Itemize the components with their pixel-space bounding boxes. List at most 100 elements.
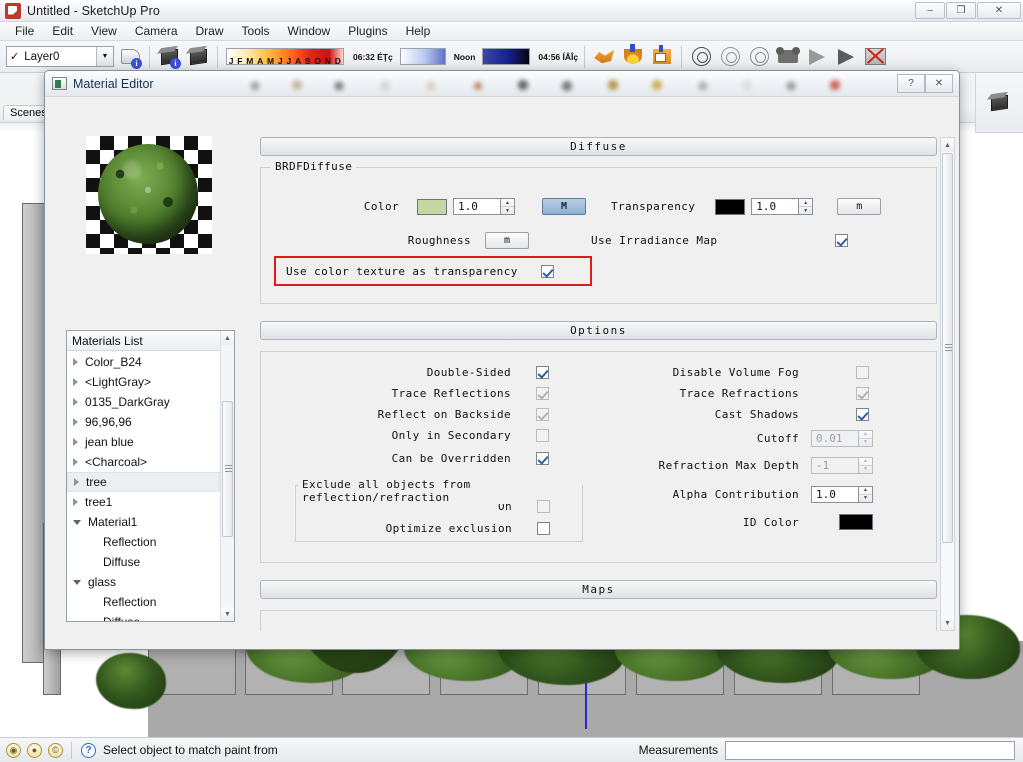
properties-scrollbar[interactable]: ▲ ▼ <box>940 137 955 631</box>
irradiance-map-label: Use Irradiance Map <box>591 234 718 247</box>
transparency-map-button[interactable]: m <box>837 198 882 215</box>
chevron-right-icon[interactable] <box>73 498 78 506</box>
diffuse-color-value[interactable]: 1.0 <box>453 198 501 215</box>
menu-help[interactable]: Help <box>397 23 440 39</box>
list-item[interactable]: 0135_DarkGray <box>67 392 220 412</box>
component-icon[interactable] <box>185 44 211 70</box>
list-item[interactable]: Material1 <box>67 512 220 532</box>
materials-list-scrollbar[interactable]: ▲ ▼ <box>220 331 234 621</box>
section-header-maps[interactable]: Maps <box>260 580 937 599</box>
chevron-down-icon[interactable]: ▼ <box>96 47 113 66</box>
scrollbar-thumb[interactable] <box>942 153 953 543</box>
double-sided-checkbox[interactable] <box>536 366 549 379</box>
menu-window[interactable]: Window <box>279 23 340 39</box>
menu-tools[interactable]: Tools <box>233 23 279 39</box>
geo-location-icon[interactable]: ◉ <box>6 742 21 758</box>
dialog-close-button[interactable]: ✕ <box>925 74 953 93</box>
list-item[interactable]: Diffuse <box>67 552 220 572</box>
options-group: Double-Sided Trace Reflections Reflect o… <box>260 351 937 563</box>
menu-view[interactable]: View <box>82 23 126 39</box>
menu-edit[interactable]: Edit <box>43 23 82 39</box>
diffuse-color-spinner[interactable]: ▲ ▼ <box>501 198 515 215</box>
shadow-date-slider[interactable]: JF MA MJ JA SO ND <box>226 48 344 66</box>
chevron-right-icon[interactable] <box>73 378 78 386</box>
list-item[interactable]: tree1 <box>67 492 220 512</box>
material-editor-title-bar[interactable]: Material Editor ? ✕ <box>45 71 959 97</box>
measurements-input[interactable] <box>725 740 1015 760</box>
transparency-spinner[interactable]: ▲ ▼ <box>799 198 814 215</box>
list-item[interactable]: Reflection <box>67 532 220 552</box>
lock-icon[interactable] <box>746 44 772 70</box>
diffuse-color-map-button[interactable]: M <box>542 198 586 215</box>
menu-file[interactable]: File <box>6 23 43 39</box>
component-info-icon[interactable]: i <box>156 44 182 70</box>
id-color-swatch[interactable] <box>839 514 873 530</box>
materials-list[interactable]: Color_B24 <LightGray> 0135_DarkGray 96,9… <box>67 352 220 621</box>
chevron-down-icon[interactable] <box>73 519 81 525</box>
chevron-right-icon[interactable] <box>73 418 78 426</box>
chevron-right-icon[interactable] <box>73 438 78 446</box>
menu-draw[interactable]: Draw <box>187 23 233 39</box>
credits-icon[interactable]: ● <box>27 742 42 758</box>
minimize-button[interactable]: – <box>915 2 945 19</box>
irradiance-map-checkbox[interactable] <box>835 234 849 247</box>
section-header-diffuse[interactable]: Diffuse <box>260 137 937 156</box>
vray-render-icon[interactable] <box>591 44 617 70</box>
shadow-time-slider-1[interactable] <box>399 48 446 65</box>
chevron-right-icon[interactable] <box>73 358 78 366</box>
material-editor-icon <box>52 77 67 90</box>
scrollbar-thumb[interactable] <box>222 401 233 537</box>
scroll-up-icon[interactable]: ▲ <box>221 331 234 345</box>
diffuse-color-swatch[interactable] <box>417 198 447 215</box>
alpha-contribution-spinner[interactable]: ▲ ▼ <box>859 485 873 503</box>
chevron-right-icon[interactable] <box>73 458 78 466</box>
list-item[interactable]: <Charcoal> <box>67 452 220 472</box>
roughness-map-button[interactable]: m <box>485 232 529 249</box>
transparency-value[interactable]: 1.0 <box>751 198 800 215</box>
help-button[interactable]: ? <box>897 74 925 93</box>
list-item[interactable]: jean blue <box>67 432 220 452</box>
chevron-right-icon[interactable] <box>74 478 79 486</box>
layer-selector[interactable]: ✓ Layer0 ▼ <box>6 46 114 67</box>
optimize-exclusion-checkbox[interactable] <box>537 521 550 535</box>
scroll-down-icon[interactable]: ▼ <box>221 607 234 621</box>
sketchup-application-window: Untitled - SketchUp Pro – ❐ ✕ File Edit … <box>0 0 1023 762</box>
section-header-options[interactable]: Options <box>260 321 937 340</box>
component-dock-icon[interactable] <box>987 90 1013 116</box>
close-button[interactable]: ✕ <box>977 2 1021 19</box>
list-item-selected[interactable]: tree <box>67 472 220 492</box>
scroll-up-icon[interactable]: ▲ <box>941 138 954 152</box>
cast-shadows-checkbox[interactable] <box>856 408 869 421</box>
vray-options-icon[interactable] <box>620 44 646 70</box>
material-preview-sphere <box>98 144 198 244</box>
chevron-right-icon[interactable] <box>73 398 78 406</box>
list-item[interactable]: Reflection <box>67 592 220 612</box>
list-item[interactable]: 96,96,96 <box>67 412 220 432</box>
menu-camera[interactable]: Camera <box>126 23 187 39</box>
cancel-render-icon[interactable] <box>862 44 888 70</box>
maximize-button[interactable]: ❐ <box>946 2 976 19</box>
orbit-icon[interactable] <box>688 44 714 70</box>
pan-icon[interactable] <box>717 44 743 70</box>
help-icon[interactable]: ? <box>81 742 96 758</box>
chevron-down-icon[interactable] <box>73 579 81 585</box>
info-badge-icon: i <box>170 57 181 69</box>
scroll-down-icon[interactable]: ▼ <box>941 616 954 630</box>
alpha-contribution-value[interactable]: 1.0 <box>811 485 859 503</box>
transparency-color-swatch[interactable] <box>715 198 746 215</box>
list-item[interactable]: Diffuse <box>67 612 220 621</box>
clipping-icon[interactable] <box>833 44 859 70</box>
field-of-view-icon[interactable] <box>804 44 830 70</box>
use-color-texture-transparency-row[interactable]: Use color texture as transparency <box>274 256 592 286</box>
copyright-icon[interactable]: © <box>48 742 63 758</box>
camera-icon[interactable] <box>775 44 801 70</box>
shadow-time-slider-2[interactable] <box>482 48 531 65</box>
vray-frame-buffer-icon[interactable] <box>649 44 675 70</box>
menu-plugins[interactable]: Plugins <box>339 23 396 39</box>
list-item[interactable]: <LightGray> <box>67 372 220 392</box>
list-item[interactable]: Color_B24 <box>67 352 220 372</box>
can-be-overridden-checkbox[interactable] <box>536 452 549 465</box>
use-color-texture-transparency-checkbox[interactable] <box>540 264 554 278</box>
layer-manager-icon[interactable]: i <box>117 44 143 70</box>
list-item[interactable]: glass <box>67 572 220 592</box>
